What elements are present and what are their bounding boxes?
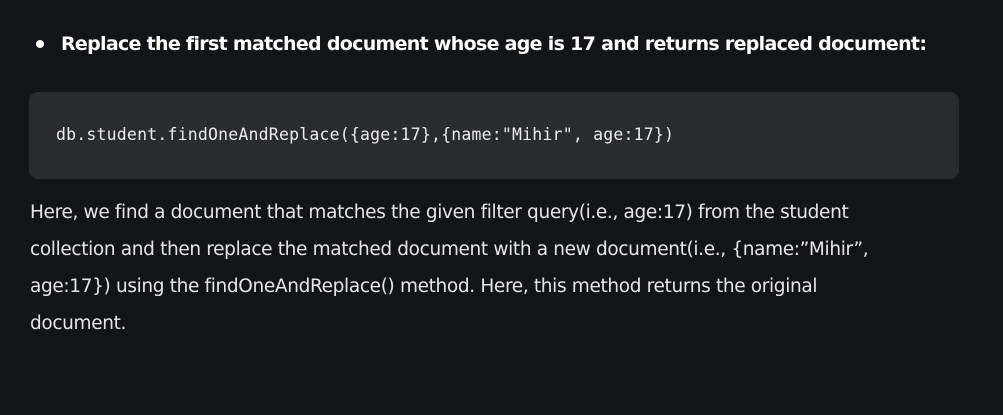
paragraph-line: document.: [30, 313, 127, 334]
paragraph-line: age:17}) using the findOneAndReplace() m…: [30, 276, 818, 297]
article-content: Replace the first matched document whose…: [0, 0, 1003, 415]
code-snippet: db.student.findOneAndReplace({age:17},{n…: [56, 125, 675, 144]
explanation-paragraph: Here, we find a document that matches th…: [30, 194, 975, 342]
bullet-item: Replace the first matched document whose…: [36, 29, 927, 59]
bullet-heading: Replace the first matched document whose…: [61, 33, 927, 55]
paragraph-line: collection and then replace the matched …: [30, 239, 869, 260]
bullet-icon: [36, 40, 44, 48]
code-block: db.student.findOneAndReplace({age:17},{n…: [29, 92, 959, 179]
paragraph-line: Here, we find a document that matches th…: [30, 202, 849, 223]
